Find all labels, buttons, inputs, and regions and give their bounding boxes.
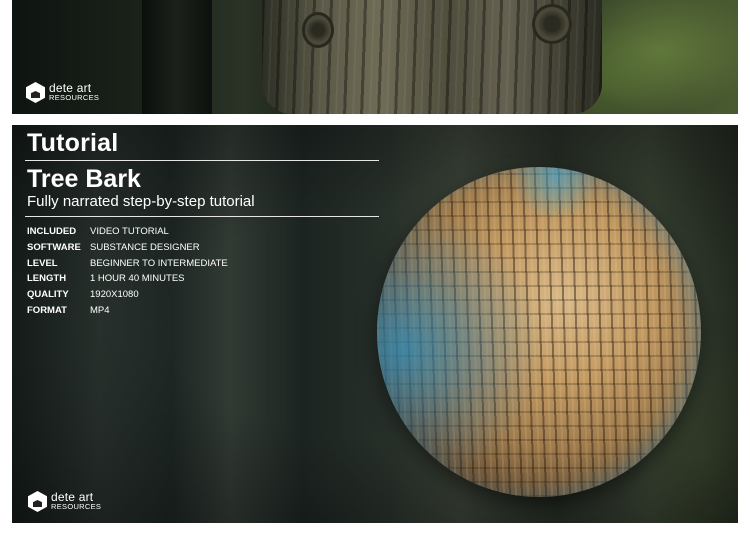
logo-subtitle: RESOURCES [49, 92, 100, 102]
sphere-rim-light [377, 167, 701, 497]
info-key: FORMAT [27, 304, 67, 316]
bark-knot [532, 4, 572, 44]
brand-logo: dete art RESOURCES [28, 491, 101, 512]
hero-photo-banner: dete art RESOURCES [12, 0, 738, 114]
info-key: SOFTWARE [27, 241, 81, 253]
divider [25, 216, 379, 217]
divider [25, 160, 379, 161]
info-row-length: LENGTH 1 HOUR 40 MINUTES [27, 273, 228, 289]
info-row-format: FORMAT MP4 [27, 305, 228, 321]
hexagon-logo-icon [28, 491, 47, 512]
info-value: 1 HOUR 40 MINUTES [90, 273, 185, 285]
info-value: SUBSTANCE DESIGNER [90, 241, 200, 253]
tutorial-info-panel: Tutorial Tree Bark Fully narrated step-b… [12, 125, 738, 523]
section-label: Tutorial [27, 129, 119, 157]
info-value: BEGINNER TO INTERMEDIATE [90, 257, 228, 269]
info-row-included: INCLUDED VIDEO TUTORIAL [27, 226, 228, 242]
info-row-level: LEVEL BEGINNER TO INTERMEDIATE [27, 258, 228, 274]
info-value: 1920X1080 [90, 289, 139, 301]
info-key: LENGTH [27, 273, 67, 285]
bark-knot [302, 12, 334, 48]
logo-name: dete art [49, 80, 92, 95]
info-key: INCLUDED [27, 226, 77, 237]
page-subtitle: Fully narrated step-by-step tutorial [27, 193, 255, 210]
info-key: LEVEL [27, 257, 58, 269]
page-title: Tree Bark [27, 165, 141, 193]
brand-logo: dete art RESOURCES [26, 82, 99, 103]
info-value: VIDEO TUTORIAL [90, 226, 169, 237]
background-tree-trunk [142, 0, 212, 114]
logo-subtitle: RESOURCES [51, 501, 102, 511]
info-row-quality: QUALITY 1920X1080 [27, 289, 228, 305]
info-value: MP4 [90, 304, 110, 316]
info-list: INCLUDED VIDEO TUTORIAL SOFTWARE SUBSTANCE… [27, 226, 228, 321]
hexagon-logo-icon [26, 82, 45, 103]
info-key: QUALITY [27, 289, 69, 301]
info-row-software: SOFTWARE SUBSTANCE DESIGNER [27, 242, 228, 258]
logo-name: dete art [51, 489, 94, 504]
